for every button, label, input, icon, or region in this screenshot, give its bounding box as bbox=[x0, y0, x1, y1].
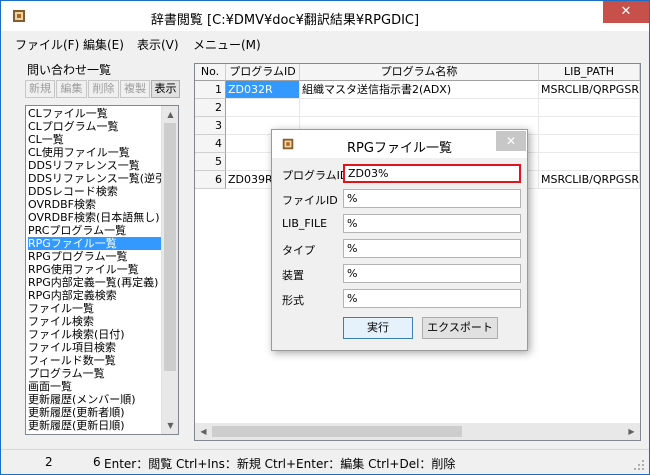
grid-row-number[interactable]: 2 bbox=[195, 99, 226, 117]
scroll-down-arrow-icon[interactable]: ▼ bbox=[162, 417, 178, 434]
field-label: 装置 bbox=[282, 269, 304, 282]
field-input[interactable]: % bbox=[343, 214, 521, 233]
export-button[interactable]: エクスポート bbox=[422, 317, 498, 339]
grid-cell-lib-path[interactable] bbox=[539, 99, 640, 117]
run-button[interactable]: 実行 bbox=[343, 317, 413, 339]
dialog-title-bar: RPGファイル一覧 ✕ bbox=[272, 130, 527, 158]
query-list-item[interactable]: ファイル一覧 bbox=[28, 302, 162, 315]
status-shortcut-hint: Enter：閲覧 Ctrl+Ins：新規 Ctrl+Enter：編集 Ctrl+… bbox=[104, 457, 456, 471]
grid-cell-lib-path[interactable]: MSRCLIB/QRPGSR bbox=[539, 81, 640, 99]
query-list-item[interactable]: RPG使用ファイル一覧 bbox=[28, 263, 162, 276]
window-close-button[interactable]: ✕ bbox=[603, 1, 649, 23]
field-input[interactable]: ZD03% bbox=[343, 164, 521, 183]
query-list-item[interactable]: RPG内部定義一覧(再定義) bbox=[28, 276, 162, 289]
grid-row-number[interactable]: 6 bbox=[195, 171, 226, 189]
field-label: ファイルID bbox=[282, 194, 338, 207]
main-window: 辞書閲覧 [C:¥DMV¥doc¥翻訳結果¥RPGDIC] ✕ ファイル(F) … bbox=[0, 0, 650, 475]
field-input[interactable]: % bbox=[343, 239, 521, 258]
grid-cell-program-name[interactable]: 組織マスタ送信指示書2(ADX) bbox=[300, 81, 539, 99]
grid-cell-lib-path[interactable] bbox=[539, 153, 640, 171]
col-header-program-id[interactable]: プログラムID bbox=[226, 64, 300, 81]
query-list-item[interactable]: フィールド数一覧 bbox=[28, 354, 162, 367]
resize-grip-icon[interactable] bbox=[633, 459, 645, 471]
dialog-close-button[interactable]: ✕ bbox=[496, 131, 526, 151]
delete-button[interactable]: 削除 bbox=[88, 80, 119, 98]
grid-row-number[interactable]: 1 bbox=[195, 81, 226, 99]
query-list-item[interactable]: CLファイル一覧 bbox=[28, 107, 162, 120]
query-list-item[interactable]: CLプログラム一覧 bbox=[28, 120, 162, 133]
menu-view[interactable]: 表示(V) bbox=[137, 36, 179, 53]
scroll-right-arrow-icon[interactable]: ▶ bbox=[623, 423, 640, 440]
menu-bar: ファイル(F) 編集(E) 表示(V) メニュー(M) bbox=[1, 32, 649, 54]
col-header-lib-path[interactable]: LIB_PATH bbox=[539, 64, 640, 81]
grid-scroll-thumb[interactable] bbox=[212, 426, 462, 437]
field-label: LIB_FILE bbox=[282, 217, 328, 230]
new-button[interactable]: 新規 bbox=[25, 80, 55, 98]
status-count: 2 bbox=[45, 455, 53, 469]
grid-cell-lib-path[interactable] bbox=[539, 135, 640, 153]
query-list-item[interactable]: CL一覧 bbox=[28, 133, 162, 146]
field-label: タイプ bbox=[282, 244, 315, 257]
query-list-item[interactable]: 更新履歴(メンバー順) bbox=[28, 393, 162, 406]
query-list-item[interactable]: RPGプログラム一覧 bbox=[28, 250, 162, 263]
col-header-program-name[interactable]: プログラム名称 bbox=[300, 64, 539, 81]
status-row: 6 bbox=[93, 455, 101, 469]
grid-cell-lib-path[interactable] bbox=[539, 117, 640, 135]
query-list-item[interactable]: OVRDBF検索(日本語無し) bbox=[28, 211, 162, 224]
dialog-title: RPGファイル一覧 bbox=[347, 141, 452, 156]
query-list-item[interactable]: プログラム一覧 bbox=[28, 367, 162, 380]
grid-horizontal-scrollbar[interactable]: ◀ ▶ bbox=[195, 423, 640, 440]
query-list-item[interactable]: CL使用ファイル一覧 bbox=[28, 146, 162, 159]
scroll-left-arrow-icon[interactable]: ◀ bbox=[195, 423, 212, 440]
grid-row-number[interactable]: 3 bbox=[195, 117, 226, 135]
edit-button[interactable]: 編集 bbox=[56, 80, 87, 98]
title-bar: 辞書閲覧 [C:¥DMV¥doc¥翻訳結果¥RPGDIC] ✕ bbox=[1, 1, 649, 31]
menu-file[interactable]: ファイル(F) bbox=[15, 36, 79, 53]
field-label: プログラムID bbox=[282, 169, 349, 182]
grid-cell-lib-path[interactable]: MSRCLIB/QRPGSR bbox=[539, 171, 640, 189]
menu-menu[interactable]: メニュー(M) bbox=[193, 36, 261, 53]
query-list-item[interactable]: DDSリファレンス一覧(逆引き) bbox=[28, 172, 162, 185]
grid-cell-program-name[interactable] bbox=[300, 99, 539, 117]
query-list-item[interactable]: ファイル項目検索 bbox=[28, 341, 162, 354]
query-list-item[interactable]: ファイル検索(日付) bbox=[28, 328, 162, 341]
grid-row-number[interactable]: 4 bbox=[195, 135, 226, 153]
query-list-item[interactable]: 更新履歴(更新日順) bbox=[28, 419, 162, 432]
query-list-scroll-thumb[interactable] bbox=[164, 123, 176, 371]
field-label: 形式 bbox=[282, 294, 304, 307]
scroll-up-arrow-icon[interactable]: ▲ bbox=[162, 106, 178, 123]
menu-edit[interactable]: 編集(E) bbox=[83, 36, 124, 53]
query-list-item[interactable]: RPGファイル一覧 bbox=[28, 237, 162, 250]
status-bar: 2 6 Enter：閲覧 Ctrl+Ins：新規 Ctrl+Enter：編集 C… bbox=[1, 449, 649, 474]
rpg-file-list-dialog: RPGファイル一覧 ✕ プログラムID ZD03% ファイルID% LIB_FILE%… bbox=[271, 129, 528, 351]
query-list-scrollbar[interactable]: ▲ ▼ bbox=[161, 106, 178, 434]
query-list-item[interactable]: RPG内部定義検索 bbox=[28, 289, 162, 302]
query-list-item[interactable]: DDSレコード検索 bbox=[28, 185, 162, 198]
window-title: 辞書閲覧 [C:¥DMV¥doc¥翻訳結果¥RPGDIC] bbox=[150, 13, 420, 28]
query-list-item[interactable]: PRCプログラム一覧 bbox=[28, 224, 162, 237]
query-listbox[interactable]: CLファイル一覧 CLプログラム一覧 CL一覧 CL使用ファイル一覧 DDSリファレンス… bbox=[25, 105, 179, 435]
copy-button[interactable]: 複製 bbox=[120, 80, 150, 98]
grid-row-number[interactable]: 5 bbox=[195, 153, 226, 171]
grid-cell-program-id[interactable]: ZD032R bbox=[226, 81, 300, 99]
field-input[interactable]: % bbox=[343, 189, 521, 208]
field-input[interactable]: % bbox=[343, 264, 521, 283]
query-list-item[interactable]: OVRDBF検索 bbox=[28, 198, 162, 211]
show-button[interactable]: 表示 bbox=[151, 80, 180, 98]
query-list-item[interactable]: DDSリファレンス一覧 bbox=[28, 159, 162, 172]
grid-cell-program-id[interactable] bbox=[226, 99, 300, 117]
query-list-item[interactable]: ファイル検索 bbox=[28, 315, 162, 328]
query-list-item[interactable]: 画面一覧 bbox=[28, 380, 162, 393]
col-header-no[interactable]: No. bbox=[195, 64, 226, 81]
field-input[interactable]: % bbox=[343, 289, 521, 308]
query-list-title: 問い合わせ一覧 bbox=[25, 61, 114, 78]
query-list-item[interactable]: 更新履歴(更新者順) bbox=[28, 406, 162, 419]
